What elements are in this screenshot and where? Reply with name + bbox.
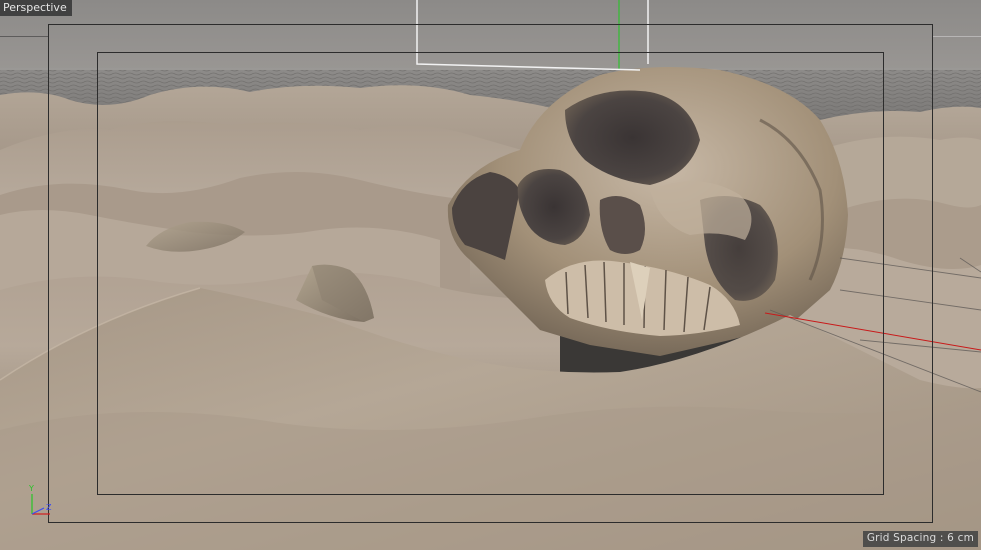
grid-spacing-readout: Grid Spacing : 6 cm <box>862 531 978 547</box>
gizmo-z-label: Z <box>46 503 52 512</box>
gizmo-y-label: Y <box>29 484 34 493</box>
3d-viewport[interactable]: Perspective Y Z Grid Spacing : 6 cm <box>0 0 981 550</box>
viewport-render[interactable] <box>0 0 981 550</box>
axis-gizmo-icon: Y Z <box>22 484 62 524</box>
camera-label[interactable]: Perspective <box>0 0 72 16</box>
